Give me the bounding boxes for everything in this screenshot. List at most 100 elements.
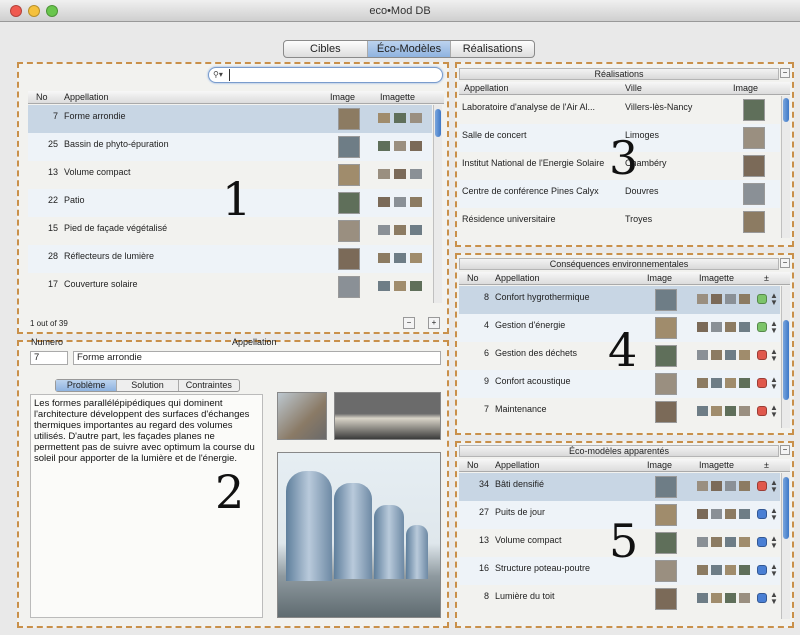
stepper-icon[interactable]: ▲ ▼ <box>770 535 778 550</box>
row-image <box>338 108 360 130</box>
col-imagette[interactable]: Imagette <box>699 273 734 283</box>
search-field[interactable]: ⚲▾ <box>208 67 443 83</box>
table-header: Appellation Ville Image <box>459 82 790 95</box>
stepper-icon[interactable]: ▲ ▼ <box>770 292 778 307</box>
tab-contraintes[interactable]: Contraintes <box>179 380 239 391</box>
col-no[interactable]: No <box>467 460 479 470</box>
row-image <box>338 136 360 158</box>
col-image[interactable]: Image <box>647 273 672 283</box>
status-badge <box>757 593 767 603</box>
col-no[interactable]: No <box>467 273 479 283</box>
scroll-knob[interactable] <box>783 477 789 539</box>
table-row[interactable]: Laboratoire d'analyse de l'Air Al... Vill… <box>459 96 780 124</box>
row-imagette <box>697 593 708 603</box>
row-image <box>655 317 677 339</box>
table-row[interactable]: 34 Bâti densifié ▲ ▼ <box>459 473 780 501</box>
row-imagette <box>697 350 708 360</box>
panel-number-3: 3 <box>609 131 639 185</box>
numero-field[interactable]: 7 <box>30 351 68 365</box>
row-appellation: Bassin de phyto-épuration <box>64 139 169 149</box>
row-number: 13 <box>478 535 489 545</box>
scroll-knob[interactable] <box>783 320 789 400</box>
list-scrollbar[interactable] <box>433 105 442 303</box>
consequences-scrollbar[interactable] <box>781 286 790 428</box>
stepper-icon[interactable]: ▲ ▼ <box>770 591 778 606</box>
row-appellation: Maintenance <box>495 404 547 414</box>
stepper-icon[interactable]: ▲ ▼ <box>770 320 778 335</box>
col-plus-minus[interactable]: ± <box>764 460 769 470</box>
row-imagette <box>725 350 736 360</box>
tab-solution[interactable]: Solution <box>117 380 179 391</box>
row-imagette <box>378 169 390 179</box>
col-no[interactable]: No <box>36 92 48 102</box>
add-button[interactable]: + <box>428 317 440 329</box>
row-imagette <box>394 225 406 235</box>
col-appellation[interactable]: Appellation <box>495 273 540 283</box>
text-caret <box>229 69 230 81</box>
table-row[interactable]: 17 Couverture solaire <box>28 273 432 301</box>
row-image <box>655 401 677 423</box>
stepper-icon[interactable]: ▲ ▼ <box>770 404 778 419</box>
realisations-scrollbar[interactable] <box>781 96 790 238</box>
stepper-icon[interactable]: ▲ ▼ <box>770 563 778 578</box>
row-imagette <box>739 378 750 388</box>
col-ville[interactable]: Ville <box>625 83 642 93</box>
stepper-icon[interactable]: ▲ ▼ <box>770 479 778 494</box>
col-image[interactable]: Image <box>330 92 355 102</box>
status-badge <box>757 509 767 519</box>
building-photo-large <box>277 452 441 618</box>
col-image[interactable]: Image <box>647 460 672 470</box>
table-row[interactable]: 7 Maintenance ▲ ▼ <box>459 398 780 426</box>
record-count: 1 out of 39 <box>30 319 68 328</box>
row-imagette <box>725 481 736 491</box>
table-row[interactable]: Résidence universitaire Troyes <box>459 208 780 236</box>
status-badge <box>757 378 767 388</box>
col-appellation[interactable]: Appellation <box>64 92 109 102</box>
col-plus-minus[interactable]: ± <box>764 273 769 283</box>
tab-eco-modeles[interactable]: Éco-Modèles <box>367 41 452 57</box>
table-row[interactable]: 7 Forme arrondie <box>28 105 432 133</box>
row-imagette <box>711 565 722 575</box>
stepper-icon[interactable]: ▲ ▼ <box>770 507 778 522</box>
col-imagette[interactable]: Imagette <box>699 460 734 470</box>
row-number: 6 <box>483 348 489 358</box>
tab-probleme[interactable]: Problème <box>56 380 118 391</box>
table-row[interactable]: 28 Réflecteurs de lumière <box>28 245 432 273</box>
table-row[interactable]: 8 Lumière du toit ▲ ▼ <box>459 585 780 613</box>
col-image[interactable]: Image <box>733 83 758 93</box>
row-appellation: Confort hygrothermique <box>495 292 590 302</box>
remove-button[interactable]: − <box>403 317 415 329</box>
col-imagette[interactable]: Imagette <box>380 92 415 102</box>
row-imagette <box>410 169 422 179</box>
row-imagette <box>378 253 390 263</box>
row-image <box>655 588 677 610</box>
row-number: 25 <box>47 139 58 149</box>
scroll-knob[interactable] <box>783 98 789 122</box>
row-imagette <box>725 565 736 575</box>
row-image <box>338 248 360 270</box>
row-imagette <box>410 197 422 207</box>
realisations-collapse-button[interactable]: − <box>780 68 790 78</box>
tab-realisations[interactable]: Réalisations <box>451 41 534 57</box>
row-imagette <box>697 378 708 388</box>
table-row[interactable]: 25 Bassin de phyto-épuration <box>28 133 432 161</box>
row-imagette <box>697 509 708 519</box>
row-ville: Douvres <box>625 186 659 196</box>
appellation-field[interactable]: Forme arrondie <box>73 351 441 365</box>
row-imagette <box>739 565 750 575</box>
col-appellation[interactable]: Appellation <box>495 460 540 470</box>
related-collapse-button[interactable]: − <box>780 445 790 455</box>
building-photo-elevation <box>334 392 441 440</box>
col-appellation[interactable]: Appellation <box>464 83 509 93</box>
consequences-collapse-button[interactable]: − <box>780 258 790 268</box>
stepper-icon[interactable]: ▲ ▼ <box>770 376 778 391</box>
row-imagette <box>739 350 750 360</box>
scroll-knob[interactable] <box>435 109 441 137</box>
row-imagette <box>410 253 422 263</box>
row-imagette <box>378 281 390 291</box>
related-scrollbar[interactable] <box>781 473 790 619</box>
tab-cibles[interactable]: Cibles <box>284 41 368 57</box>
row-appellation: Résidence universitaire <box>462 214 556 224</box>
stepper-icon[interactable]: ▲ ▼ <box>770 348 778 363</box>
table-row[interactable]: 8 Confort hygrothermique ▲ ▼ <box>459 286 780 314</box>
